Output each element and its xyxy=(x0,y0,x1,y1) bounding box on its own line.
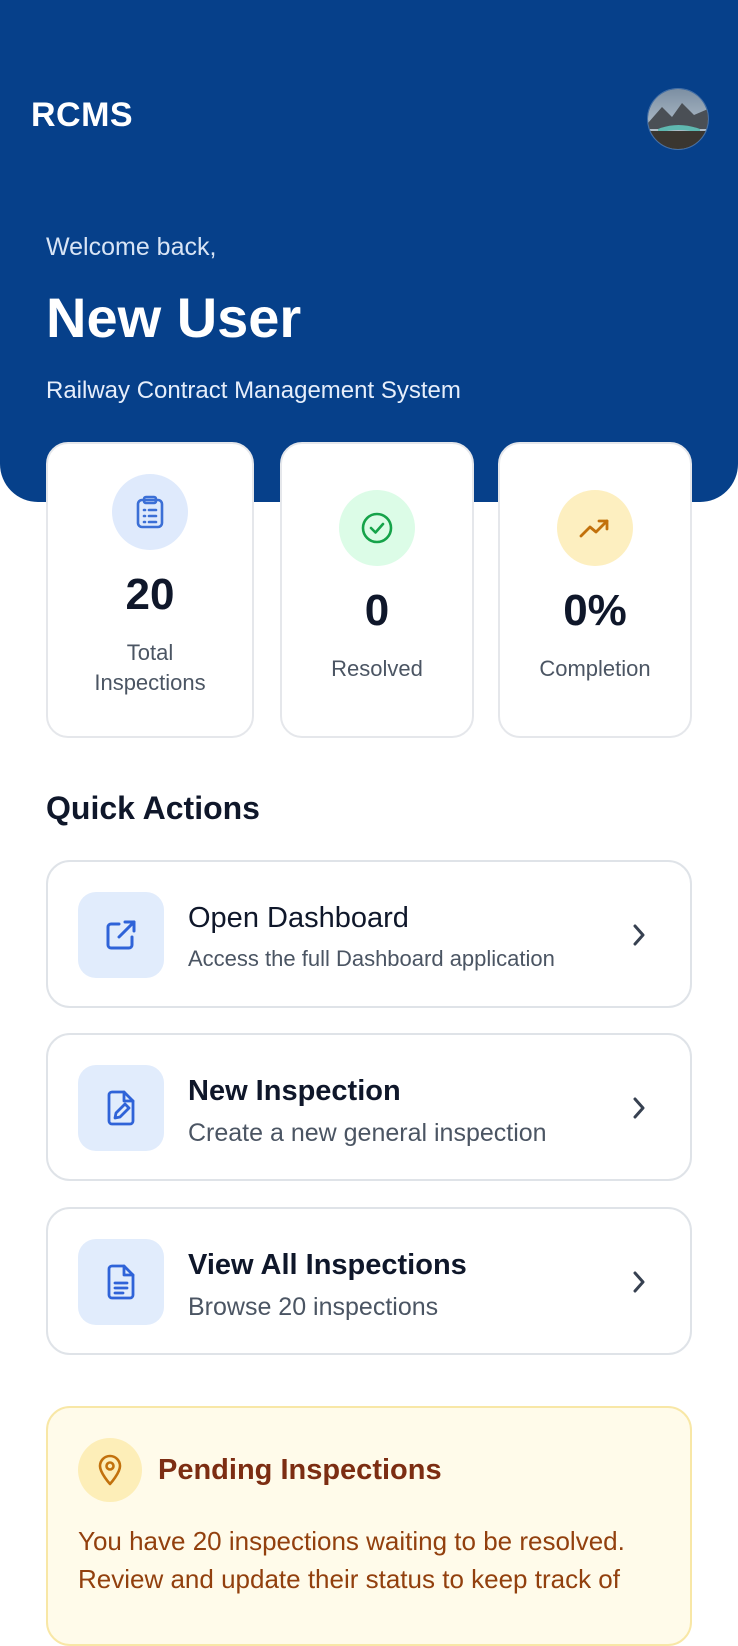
stat-value: 20 xyxy=(125,570,175,619)
chevron-right-icon xyxy=(626,1267,652,1297)
stat-label: Resolved xyxy=(331,656,423,681)
quick-actions-heading: Quick Actions xyxy=(46,790,260,826)
stat-value: 0% xyxy=(563,586,627,635)
chevron-right-icon xyxy=(626,1093,652,1123)
check-circle-icon xyxy=(339,490,415,566)
action-description: Browse 20 inspections xyxy=(188,1293,439,1321)
action-title: New Inspection xyxy=(188,1075,401,1107)
clipboard-list-icon xyxy=(112,474,188,550)
view-all-inspections-button[interactable]: View All Inspections Browse 20 inspectio… xyxy=(46,1207,692,1355)
pending-inspections-card[interactable]: Pending Inspections You have 20 inspecti… xyxy=(46,1406,692,1646)
stat-label: Total Inspections xyxy=(94,640,206,695)
file-text-icon xyxy=(78,1239,164,1325)
file-edit-icon xyxy=(78,1065,164,1151)
open-dashboard-button[interactable]: Open Dashboard Access the full Dashboard… xyxy=(46,860,692,1008)
action-description: Create a new general inspection xyxy=(188,1119,547,1147)
trending-up-icon xyxy=(557,490,633,566)
new-inspection-button[interactable]: New Inspection Create a new general insp… xyxy=(46,1033,692,1181)
app-header xyxy=(0,0,738,168)
app-title: RCMS xyxy=(31,96,134,134)
stat-card-resolved[interactable]: 0 Resolved xyxy=(280,442,474,738)
avatar-image xyxy=(648,89,708,149)
user-name: New User xyxy=(46,286,302,349)
system-subtitle: Railway Contract Management System xyxy=(46,377,461,404)
map-pin-icon xyxy=(78,1438,142,1502)
stat-value: 0 xyxy=(364,586,390,635)
welcome-text: Welcome back, xyxy=(46,233,217,261)
pending-title: Pending Inspections xyxy=(158,1454,442,1486)
stat-card-completion[interactable]: 0% Completion xyxy=(498,442,692,738)
pending-description: You have 20 inspections waiting to be re… xyxy=(78,1526,625,1594)
stat-label: Completion xyxy=(539,656,651,681)
action-title: View All Inspections xyxy=(188,1249,467,1281)
user-avatar[interactable] xyxy=(647,88,709,150)
stat-card-total-inspections[interactable]: 20 Total Inspections xyxy=(46,442,254,738)
chevron-right-icon xyxy=(626,920,652,950)
external-link-icon xyxy=(78,892,164,978)
action-description: Access the full Dashboard application xyxy=(188,946,555,971)
action-title: Open Dashboard xyxy=(188,902,409,934)
